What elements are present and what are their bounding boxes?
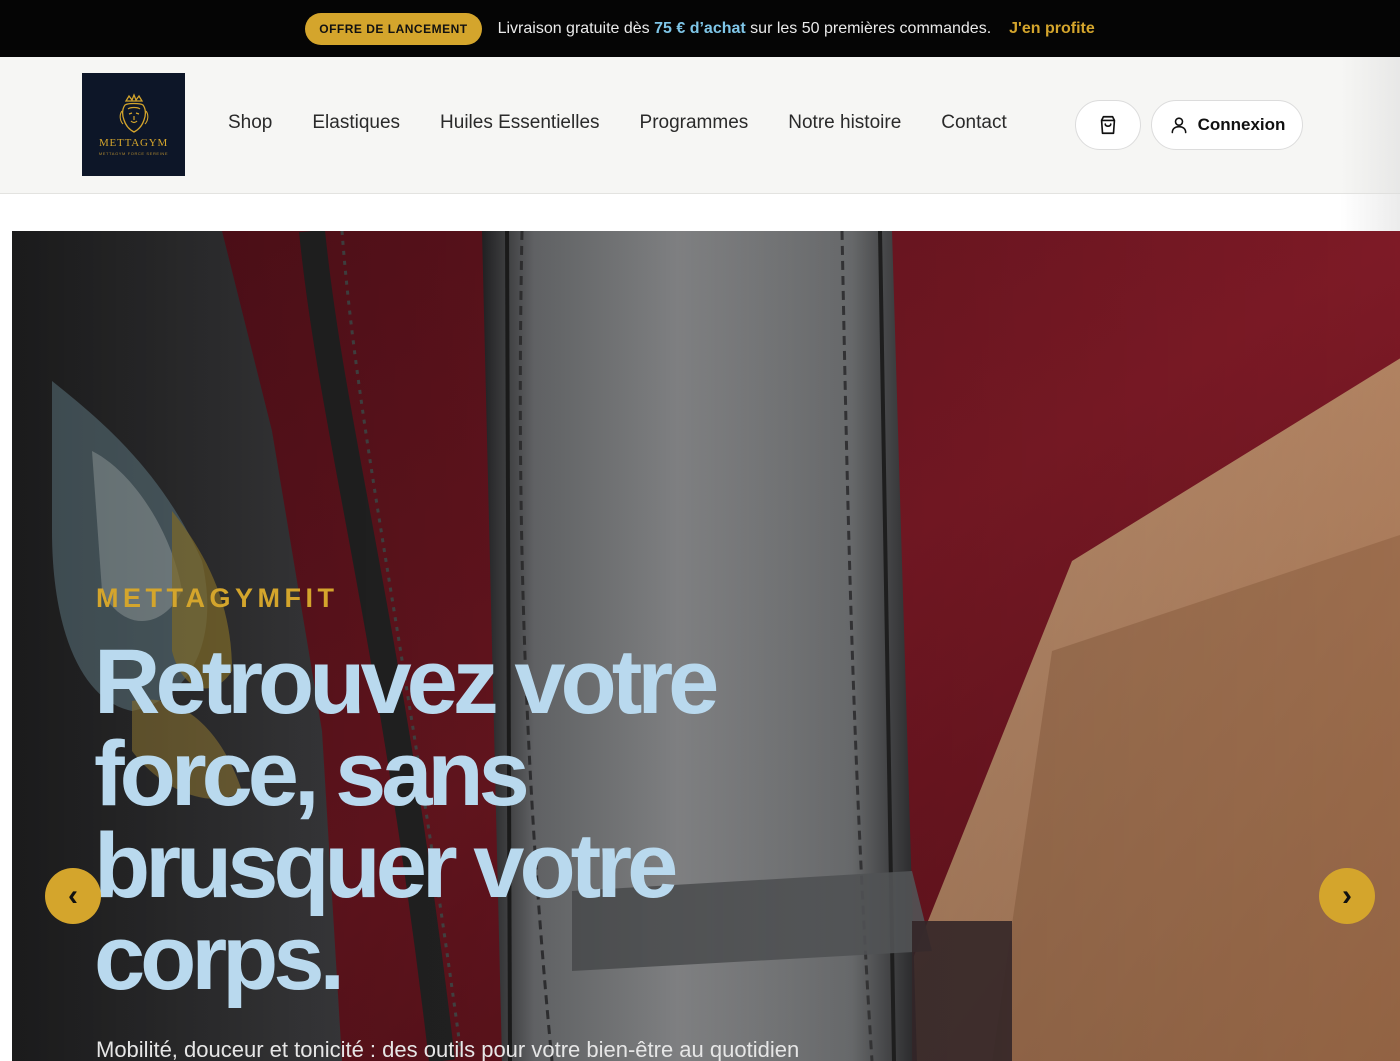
- announcement-bar: OFFRE DE LANCEMENT Livraison gratuite dè…: [0, 0, 1400, 57]
- announcement-cta-link[interactable]: J'en profite: [1009, 20, 1095, 38]
- login-label: Connexion: [1197, 115, 1286, 134]
- announcement-text-after: sur les 50 premières commandes.: [745, 19, 992, 37]
- announcement-message: Livraison gratuite dès 75 € d’achat sur …: [498, 20, 992, 38]
- logo-tagline: Mettagym force sereine: [98, 151, 169, 156]
- shopping-bag-icon: [1100, 115, 1116, 135]
- announcement-highlight: 75 € d’achat: [654, 19, 746, 37]
- chevron-left-icon: ‹: [68, 879, 78, 912]
- chevron-right-icon: ›: [1342, 879, 1352, 912]
- launch-offer-badge: OFFRE DE LANCEMENT: [305, 12, 482, 45]
- hero-subtitle: Mobilité, douceur et tonicité : des outi…: [96, 1037, 800, 1061]
- login-button[interactable]: Connexion: [1151, 100, 1303, 150]
- main-nav: Shop Elastiques Huiles Essentielles Prog…: [228, 112, 1007, 134]
- nav-item-huiles-essentielles[interactable]: Huiles Essentielles: [440, 112, 599, 134]
- site-header: METTAGYM Mettagym force sereine Shop Ela…: [0, 57, 1400, 231]
- nav-item-contact[interactable]: Contact: [941, 112, 1006, 134]
- slider-next-button[interactable]: ›: [1319, 868, 1375, 924]
- cart-button[interactable]: [1075, 100, 1141, 150]
- hero-headline: Retrouvez votre force, sans brusquer vot…: [94, 631, 719, 1009]
- nav-item-notre-histoire[interactable]: Notre histoire: [788, 112, 901, 134]
- nav-item-programmes[interactable]: Programmes: [640, 112, 749, 134]
- site-logo[interactable]: METTAGYM Mettagym force sereine: [82, 73, 185, 176]
- header-edge-shadow: [1340, 57, 1400, 231]
- nav-item-elastiques[interactable]: Elastiques: [312, 112, 400, 134]
- user-icon: [1171, 117, 1187, 134]
- hero-slider: METTAGYMFIT Retrouvez votre force, sans …: [12, 231, 1400, 1061]
- slider-prev-button[interactable]: ‹: [45, 868, 101, 924]
- hero-eyebrow: METTAGYMFIT: [96, 583, 339, 613]
- logo-brand-name: METTAGYM: [98, 137, 169, 149]
- nav-item-shop[interactable]: Shop: [228, 112, 272, 134]
- announcement-text-before: Livraison gratuite dès: [497, 19, 655, 37]
- lion-crown-logo-icon: [119, 93, 148, 133]
